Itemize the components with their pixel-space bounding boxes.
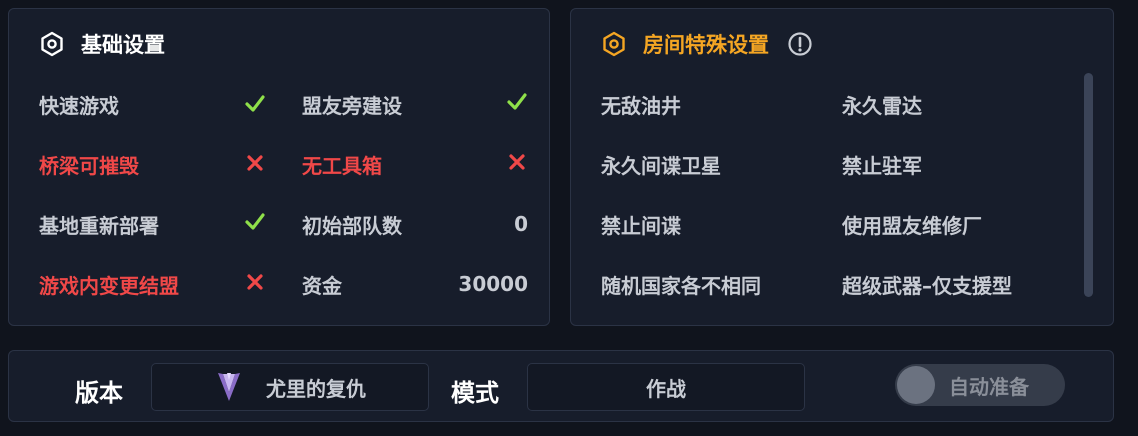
setting-value: 0 [514, 212, 528, 236]
room-special-settings-panel: 房间特殊设置 无敌油井 永久间谍卫星 禁止间谍 随机国家各不相同 永久雷达 禁止… [570, 8, 1114, 326]
gear-icon [601, 31, 627, 57]
setting-row: 桥梁可摧毁 [39, 149, 139, 179]
room-setting-item: 无敌油井 [601, 89, 681, 119]
bottom-bar: 版本 尤里的复仇 模式 作战 自动准备 [8, 350, 1114, 422]
version-value: 尤里的复仇 [266, 376, 366, 401]
room-setting-item: 永久雷达 [842, 89, 922, 119]
cross-icon [243, 270, 267, 294]
version-label: 版本 [75, 379, 123, 407]
setting-row: 资金 [302, 269, 342, 299]
scrollbar[interactable] [1084, 73, 1093, 297]
room-setting-item: 使用盟友维修厂 [842, 209, 982, 239]
room-setting-label: 永久间谍卫星 [601, 153, 721, 178]
mode-selector[interactable]: 作战 [527, 363, 805, 411]
check-icon [243, 210, 267, 234]
room-setting-label: 超级武器–仅支援型 [842, 273, 1012, 298]
gear-icon [39, 31, 65, 57]
basic-settings-header: 基础设置 [39, 29, 165, 59]
version-selector[interactable]: 尤里的复仇 [151, 363, 429, 411]
auto-ready-toggle[interactable]: 自动准备 [895, 364, 1065, 406]
check-icon [505, 90, 529, 114]
cross-icon [243, 151, 267, 175]
toggle-knob[interactable] [897, 366, 935, 404]
room-setting-item: 禁止间谍 [601, 209, 681, 239]
info-icon[interactable] [787, 31, 813, 57]
basic-settings-panel: 基础设置 快速游戏 桥梁可摧毁 基地重新部署 游戏内变更结盟 盟友旁建设 无工具… [8, 8, 550, 326]
setting-label: 桥梁可摧毁 [39, 153, 139, 178]
room-setting-label: 无敌油井 [601, 93, 681, 118]
basic-settings-title: 基础设置 [81, 33, 165, 57]
room-settings-title: 房间特殊设置 [643, 33, 769, 57]
setting-label: 初始部队数 [302, 213, 402, 238]
setting-row: 基地重新部署 [39, 209, 159, 239]
room-setting-label: 禁止驻军 [842, 153, 922, 178]
setting-label: 资金 [302, 273, 342, 298]
room-setting-label: 随机国家各不相同 [601, 273, 761, 298]
room-setting-label: 禁止间谍 [601, 213, 681, 238]
cross-icon [505, 150, 529, 174]
setting-row: 无工具箱 [302, 149, 382, 179]
mode-value: 作战 [646, 376, 686, 401]
setting-row: 快速游戏 [39, 89, 119, 119]
room-setting-item: 永久间谍卫星 [601, 149, 721, 179]
setting-value: 30000 [458, 272, 528, 296]
check-icon [243, 92, 267, 116]
setting-row: 初始部队数 [302, 209, 402, 239]
setting-label: 盟友旁建设 [302, 93, 402, 118]
setting-row: 游戏内变更结盟 [39, 269, 179, 299]
setting-label: 基地重新部署 [39, 213, 159, 238]
room-setting-label: 使用盟友维修厂 [842, 213, 982, 238]
mode-label: 模式 [451, 379, 499, 407]
setting-row: 盟友旁建设 [302, 89, 402, 119]
room-setting-label: 永久雷达 [842, 93, 922, 118]
room-setting-item: 禁止驻军 [842, 149, 922, 179]
room-setting-item: 随机国家各不相同 [601, 269, 761, 299]
auto-ready-label: 自动准备 [949, 374, 1029, 399]
room-setting-item: 超级武器–仅支援型 [842, 269, 1012, 299]
setting-label: 无工具箱 [302, 153, 382, 178]
yuri-logo-icon [214, 370, 244, 404]
setting-label: 快速游戏 [39, 93, 119, 118]
setting-label: 游戏内变更结盟 [39, 273, 179, 298]
room-settings-header: 房间特殊设置 [601, 29, 813, 59]
